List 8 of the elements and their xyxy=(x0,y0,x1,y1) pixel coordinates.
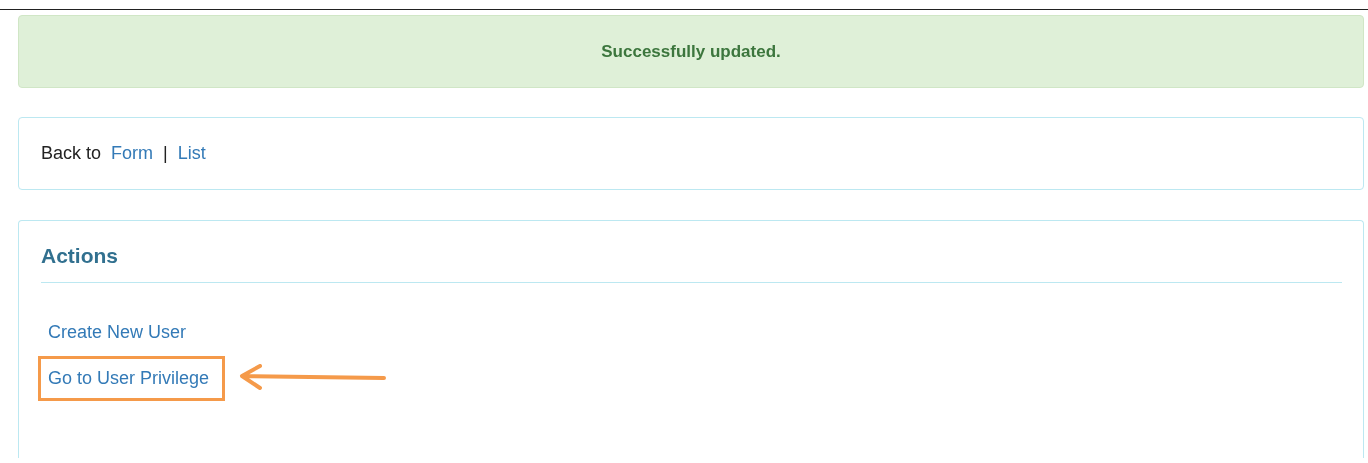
back-link[interactable]: List xyxy=(177,140,206,167)
success-message: Successfully updated. xyxy=(601,40,781,63)
separator: | xyxy=(163,142,168,165)
actions-heading: Actions xyxy=(41,243,1342,284)
action-link[interactable]: Go to User Privilege xyxy=(48,367,210,388)
action-link[interactable]: Create New User xyxy=(41,319,187,347)
back-link[interactable]: Form xyxy=(111,140,154,167)
back-label: Back to xyxy=(41,142,102,165)
